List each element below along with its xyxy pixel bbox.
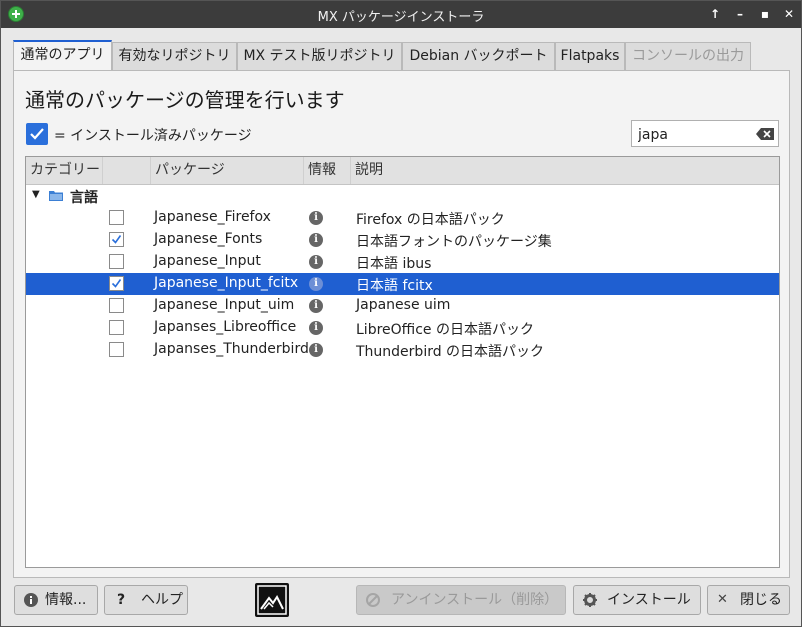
uninstall-button-label: アンインストール（削除） — [391, 592, 559, 608]
package-name: Japanses_Libreoffice — [154, 319, 297, 335]
close-button-label: 閉じる — [740, 592, 782, 608]
table-row[interactable]: Japanses_Libreoffice i LibreOffice の日本語パック — [26, 317, 779, 339]
category-group-row[interactable]: ▼ 言語 — [26, 185, 779, 207]
page-heading: 通常のパッケージの管理を行います — [25, 88, 345, 112]
help-icon: ? — [116, 592, 126, 608]
backspace-clear-icon[interactable] — [756, 128, 774, 140]
install-checkbox[interactable] — [109, 210, 124, 225]
package-name: Japanese_Input_fcitx — [154, 275, 299, 291]
expand-arrow-icon[interactable]: ▼ — [32, 189, 40, 200]
column-header-info[interactable]: 情報 — [304, 157, 351, 184]
package-description: Japanese uim — [356, 297, 451, 313]
info-icon[interactable]: i — [309, 299, 323, 313]
category-label: 言語 — [70, 190, 98, 206]
tab-debian-backports[interactable]: Debian バックポート — [402, 42, 555, 70]
info-icon[interactable]: i — [309, 277, 323, 291]
table-row[interactable]: Japanese_Input_uim i Japanese uim — [26, 295, 779, 317]
install-checkbox[interactable] — [109, 254, 124, 269]
package-name: Japanese_Input — [154, 253, 261, 269]
install-button[interactable]: インストール — [573, 585, 701, 615]
install-checkbox[interactable] — [109, 320, 124, 335]
tab-console-output[interactable]: コンソールの出力 — [625, 42, 751, 70]
mx-logo — [255, 583, 289, 617]
package-name: Japanese_Firefox — [154, 209, 271, 225]
search-box — [631, 120, 779, 147]
package-description: 日本語フォントのパッケージ集 — [356, 234, 552, 250]
info-icon[interactable]: i — [309, 211, 323, 225]
gear-icon — [583, 593, 597, 607]
search-input[interactable] — [636, 124, 758, 145]
column-header-description[interactable]: 説明 — [351, 157, 779, 184]
tab-flatpaks[interactable]: Flatpaks — [555, 42, 625, 70]
info-icon[interactable]: i — [309, 321, 323, 335]
tab-enabled-repos[interactable]: 有効なリポジトリ — [112, 42, 237, 70]
package-name: Japanses_Thunderbird — [154, 341, 309, 357]
package-description: 日本語 ibus — [356, 256, 432, 272]
package-description: LibreOffice の日本語パック — [356, 322, 534, 338]
package-description: Firefox の日本語パック — [356, 212, 505, 228]
help-button[interactable]: ? ヘルプ — [104, 585, 188, 615]
app-window: MX パッケージインストーラ ↑ – ▪ ✕ 通常のアプリ 有効なリポジトリ M… — [0, 0, 802, 627]
close-button[interactable]: ✕ 閉じる — [707, 585, 790, 615]
close-icon[interactable]: ✕ — [781, 6, 797, 22]
info-icon[interactable]: i — [309, 343, 323, 357]
forbidden-icon — [366, 593, 380, 607]
package-description: 日本語 fcitx — [356, 278, 433, 294]
close-x-icon: ✕ — [717, 592, 728, 607]
main-panel: 通常のパッケージの管理を行います = インストール済みパッケージ カテゴリー パ… — [13, 70, 790, 578]
tab-mx-test-repo[interactable]: MX テスト版リポジトリ — [237, 42, 402, 70]
table-row[interactable]: Japanese_Input_fcitx i 日本語 fcitx — [26, 273, 779, 295]
column-header-package[interactable]: パッケージ — [151, 157, 304, 184]
help-button-label: ヘルプ — [141, 592, 183, 608]
install-checkbox[interactable] — [109, 276, 124, 291]
package-table: カテゴリー パッケージ 情報 説明 ▼ 言語 Japanese_Firefox i… — [25, 156, 780, 568]
info-icon[interactable]: i — [309, 255, 323, 269]
about-button-label: 情報... — [45, 592, 87, 608]
table-header: カテゴリー パッケージ 情報 説明 — [26, 157, 779, 185]
folder-icon — [49, 191, 63, 201]
table-row[interactable]: Japanses_Thunderbird i Thunderbird の日本語パック — [26, 339, 779, 361]
table-row[interactable]: Japanese_Input i 日本語 ibus — [26, 251, 779, 273]
install-checkbox[interactable] — [109, 342, 124, 357]
about-button[interactable]: 情報... — [14, 585, 98, 615]
table-row[interactable]: Japanese_Fonts i 日本語フォントのパッケージ集 — [26, 229, 779, 251]
package-name: Japanese_Input_uim — [154, 297, 295, 313]
info-icon — [24, 593, 38, 607]
install-button-label: インストール — [607, 592, 691, 608]
package-description: Thunderbird の日本語パック — [356, 344, 545, 360]
install-checkbox[interactable] — [109, 232, 124, 247]
tab-regular-apps[interactable]: 通常のアプリ — [13, 40, 112, 71]
minimize-icon[interactable]: – — [732, 6, 748, 22]
installed-legend-text: = インストール済みパッケージ — [54, 128, 252, 144]
install-checkbox[interactable] — [109, 298, 124, 313]
window-title: MX パッケージインストーラ — [317, 10, 485, 25]
installed-legend-check-icon — [26, 123, 48, 145]
uninstall-button[interactable]: アンインストール（削除） — [356, 585, 566, 615]
up-arrow-icon[interactable]: ↑ — [707, 6, 723, 22]
package-name: Japanese_Fonts — [154, 231, 263, 247]
table-row[interactable]: Japanese_Firefox i Firefox の日本語パック — [26, 207, 779, 229]
info-icon[interactable]: i — [309, 233, 323, 247]
title-bar[interactable]: MX パッケージインストーラ ↑ – ▪ ✕ — [1, 1, 801, 28]
column-header-category[interactable]: カテゴリー — [26, 157, 103, 184]
column-header-checkbox[interactable] — [103, 157, 151, 184]
maximize-icon[interactable]: ▪ — [757, 6, 773, 22]
